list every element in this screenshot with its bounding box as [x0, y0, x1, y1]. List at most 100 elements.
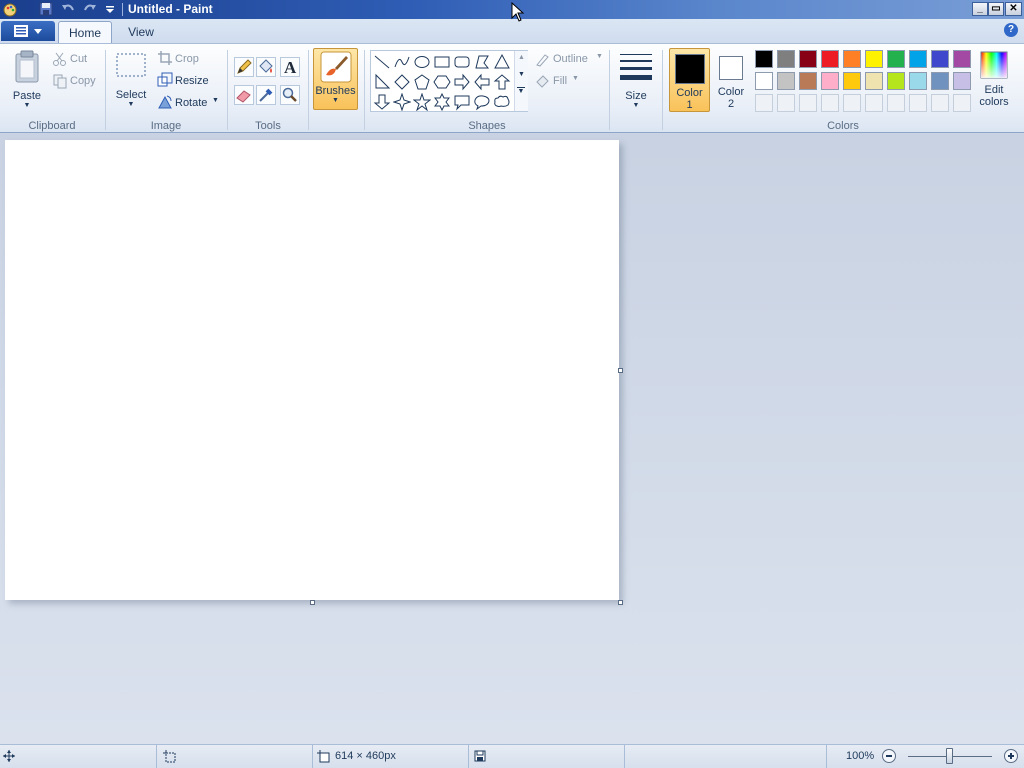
outline-button[interactable]: Outline: [553, 53, 588, 65]
zoom-out-button[interactable]: [882, 749, 896, 763]
palette-color-swatch[interactable]: [953, 50, 971, 68]
save-icon[interactable]: [38, 1, 54, 17]
image-group-label: Image: [150, 120, 182, 132]
palette-color-swatch[interactable]: [777, 50, 795, 68]
fill-button[interactable]: Fill: [553, 75, 567, 87]
palette-color-swatch[interactable]: [843, 50, 861, 68]
palette-color-swatch[interactable]: [931, 50, 949, 68]
customize-dropdown-icon[interactable]: [102, 1, 118, 17]
color2-number: 2: [727, 98, 735, 110]
cut-button[interactable]: Cut: [70, 53, 87, 65]
palette-color-swatch[interactable]: [799, 50, 817, 68]
cloud-callout-shape-icon[interactable]: [493, 93, 511, 111]
palette-color-swatch[interactable]: [777, 72, 795, 90]
outline-dropdown-icon[interactable]: ▼: [596, 53, 603, 60]
four-point-star-shape-icon[interactable]: [393, 93, 411, 111]
fill-dropdown-icon[interactable]: ▼: [572, 75, 579, 82]
resize-handle-corner[interactable]: [618, 600, 623, 605]
line-shape-icon[interactable]: [373, 53, 391, 71]
five-point-star-shape-icon[interactable]: [413, 93, 431, 111]
eraser-tool[interactable]: [234, 85, 254, 105]
text-tool[interactable]: A: [280, 57, 300, 77]
custom-color-slot[interactable]: [865, 94, 883, 112]
shapes-scroll[interactable]: ▲ ▼ ▼: [514, 51, 528, 111]
paint-menu-button[interactable]: [1, 21, 55, 41]
canvas-workspace[interactable]: [0, 134, 1024, 744]
palette-color-swatch[interactable]: [953, 72, 971, 90]
copy-button[interactable]: Copy: [70, 75, 96, 87]
oval-shape-icon[interactable]: [413, 53, 431, 71]
palette-color-swatch[interactable]: [755, 50, 773, 68]
palette-color-swatch[interactable]: [865, 72, 883, 90]
color-picker-tool[interactable]: [256, 85, 276, 105]
palette-color-swatch[interactable]: [887, 72, 905, 90]
crop-button[interactable]: Crop: [175, 53, 199, 65]
custom-color-slot[interactable]: [799, 94, 817, 112]
custom-color-slot[interactable]: [843, 94, 861, 112]
edit-colors-button[interactable]: Edit colors: [976, 48, 1012, 116]
palette-color-swatch[interactable]: [821, 72, 839, 90]
right-arrow-shape-icon[interactable]: [453, 73, 471, 91]
expand-gallery-icon[interactable]: ▼: [517, 87, 525, 95]
left-arrow-shape-icon[interactable]: [473, 73, 491, 91]
custom-color-slot[interactable]: [821, 94, 839, 112]
custom-color-slot[interactable]: [887, 94, 905, 112]
resize-handle-bottom[interactable]: [310, 600, 315, 605]
rectangle-shape-icon[interactable]: [433, 53, 451, 71]
custom-color-slot[interactable]: [755, 94, 773, 112]
tab-home[interactable]: Home: [58, 21, 112, 44]
pencil-tool[interactable]: [234, 57, 254, 77]
close-button[interactable]: ✕: [1005, 2, 1022, 16]
palette-color-swatch[interactable]: [865, 50, 883, 68]
paint-icon[interactable]: [2, 1, 18, 17]
help-icon[interactable]: ?: [1004, 23, 1018, 37]
palette-color-swatch[interactable]: [821, 50, 839, 68]
scroll-down-icon[interactable]: ▼: [515, 71, 528, 78]
six-point-star-shape-icon[interactable]: [433, 93, 451, 111]
palette-color-swatch[interactable]: [909, 50, 927, 68]
right-triangle-shape-icon[interactable]: [373, 73, 391, 91]
brushes-button[interactable]: Brushes ▼: [313, 48, 358, 110]
magnifier-tool[interactable]: [280, 85, 300, 105]
color1-button[interactable]: Color 1: [669, 48, 710, 112]
minimize-button[interactable]: _: [972, 2, 988, 16]
triangle-shape-icon[interactable]: [493, 53, 511, 71]
custom-color-slot[interactable]: [777, 94, 795, 112]
tab-view[interactable]: View: [118, 21, 164, 43]
custom-color-slot[interactable]: [931, 94, 949, 112]
scroll-up-icon[interactable]: ▲: [515, 54, 528, 61]
resize-handle-right[interactable]: [618, 368, 623, 373]
palette-color-swatch[interactable]: [799, 72, 817, 90]
redo-icon[interactable]: [82, 1, 98, 17]
down-arrow-shape-icon[interactable]: [373, 93, 391, 111]
zoom-slider-thumb[interactable]: [946, 748, 953, 764]
paste-button[interactable]: Paste ▼: [6, 48, 48, 116]
palette-color-swatch[interactable]: [909, 72, 927, 90]
drawing-canvas[interactable]: [5, 140, 619, 600]
hexagon-shape-icon[interactable]: [433, 73, 451, 91]
palette-color-swatch[interactable]: [887, 50, 905, 68]
oval-callout-shape-icon[interactable]: [473, 93, 491, 111]
resize-button[interactable]: Resize: [175, 75, 209, 87]
polygon-shape-icon[interactable]: [473, 53, 491, 71]
curve-shape-icon[interactable]: [393, 53, 411, 71]
rotate-dropdown-icon[interactable]: ▼: [212, 97, 219, 104]
rounded-rectangle-shape-icon[interactable]: [453, 53, 471, 71]
restore-button[interactable]: ▭: [988, 2, 1004, 16]
up-arrow-shape-icon[interactable]: [493, 73, 511, 91]
custom-color-slot[interactable]: [953, 94, 971, 112]
diamond-shape-icon[interactable]: [393, 73, 411, 91]
custom-color-slot[interactable]: [909, 94, 927, 112]
undo-icon[interactable]: [60, 1, 76, 17]
pentagon-shape-icon[interactable]: [413, 73, 431, 91]
select-button[interactable]: Select ▼: [112, 48, 150, 116]
palette-color-swatch[interactable]: [843, 72, 861, 90]
zoom-in-button[interactable]: [1004, 749, 1018, 763]
palette-color-swatch[interactable]: [931, 72, 949, 90]
color2-button[interactable]: Color 2: [712, 48, 750, 112]
rectangular-callout-shape-icon[interactable]: [453, 93, 471, 111]
size-button[interactable]: Size ▼: [615, 48, 657, 116]
fill-tool[interactable]: [256, 57, 276, 77]
palette-color-swatch[interactable]: [755, 72, 773, 90]
rotate-button[interactable]: Rotate: [175, 97, 207, 109]
